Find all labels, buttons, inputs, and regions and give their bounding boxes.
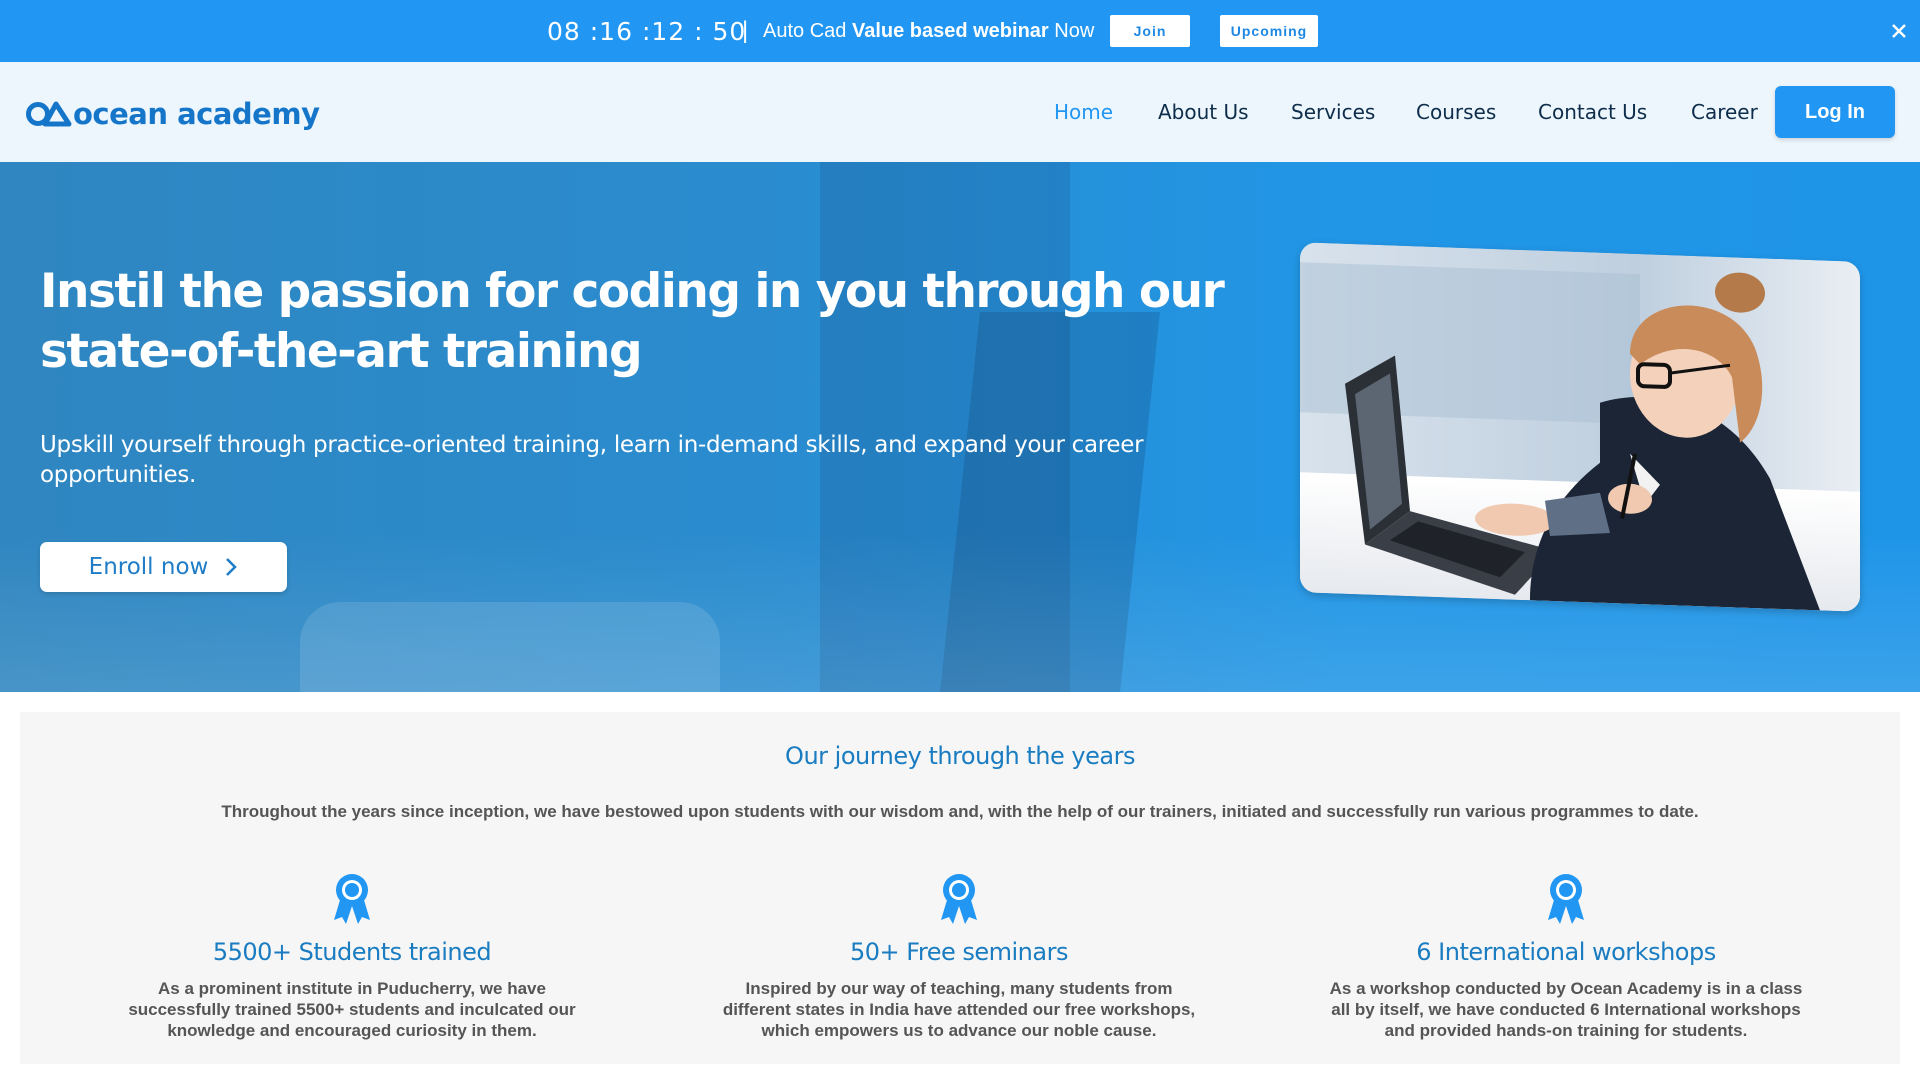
- hero-subtitle: Upskill yourself through practice-orient…: [40, 432, 1144, 488]
- promo-prefix: Auto Cad: [763, 20, 852, 42]
- enroll-now-label: Enroll now: [88, 554, 209, 580]
- stat-description: As a workshop conducted by Ocean Academy…: [1329, 979, 1803, 1040]
- upcoming-webinars-button[interactable]: Upcoming: [1220, 15, 1318, 47]
- journey-title: Our journey through the years: [785, 742, 1135, 770]
- main-navigation: ocean academy Home About Us Services Cou…: [0, 62, 1920, 162]
- stat-card-students: 5500+ Students trained As a prominent in…: [72, 872, 632, 1041]
- site-logo[interactable]: ocean academy: [25, 93, 320, 135]
- webinar-promo-text: Auto Cad Value based webinar Now: [763, 20, 1094, 43]
- nav-item-about-us[interactable]: About Us: [1158, 100, 1249, 124]
- nav-item-home[interactable]: Home: [1054, 100, 1113, 124]
- hero-banner: Instil the passion for coding in you thr…: [0, 162, 1920, 692]
- close-icon[interactable]: [1884, 16, 1914, 46]
- award-ribbon-icon: [334, 874, 370, 924]
- hero-title: Instil the passion for coding in you thr…: [40, 264, 1225, 379]
- chevron-right-icon: [226, 558, 238, 576]
- stat-title: 5500+ Students trained: [212, 938, 492, 966]
- login-button[interactable]: Log In: [1775, 86, 1895, 138]
- promo-suffix: Now: [1048, 20, 1095, 42]
- nav-item-career[interactable]: Career: [1691, 100, 1758, 124]
- nav-item-courses[interactable]: Courses: [1416, 100, 1496, 124]
- enroll-now-button[interactable]: Enroll now: [40, 542, 287, 592]
- logo-text: ocean academy: [73, 97, 320, 131]
- countdown-timer: 08 :16 :12 : 50: [547, 17, 747, 46]
- award-ribbon-icon: [1548, 874, 1584, 924]
- stat-title: 50+ Free seminars: [850, 938, 1068, 966]
- nav-item-contact-us[interactable]: Contact Us: [1538, 100, 1647, 124]
- promo-bold: Value based webinar: [851, 20, 1049, 42]
- hero-image-child-laptop: [1300, 242, 1860, 612]
- ocean-academy-logo-icon: [26, 101, 72, 127]
- stat-card-seminars: 50+ Free seminars Inspired by our way of…: [679, 872, 1239, 1041]
- award-ribbon-icon: [941, 874, 977, 924]
- stat-description: Inspired by our way of teaching, many st…: [722, 979, 1196, 1040]
- nav-item-services[interactable]: Services: [1291, 100, 1375, 124]
- join-webinar-button[interactable]: Join: [1110, 15, 1190, 47]
- stat-card-workshops: 6 International workshops As a workshop …: [1286, 872, 1846, 1041]
- journey-section: Our journey through the years Throughout…: [20, 712, 1900, 1064]
- announcement-bar: 08 :16 :12 : 50 | Auto Cad Value based w…: [0, 0, 1920, 62]
- stat-description: As a prominent institute in Puducherry, …: [128, 979, 576, 1040]
- hero-background-shape: [300, 602, 720, 692]
- announcement-separator: |: [742, 17, 749, 44]
- stat-title: 6 International workshops: [1416, 938, 1716, 966]
- journey-intro: Throughout the years since inception, we…: [221, 802, 1699, 821]
